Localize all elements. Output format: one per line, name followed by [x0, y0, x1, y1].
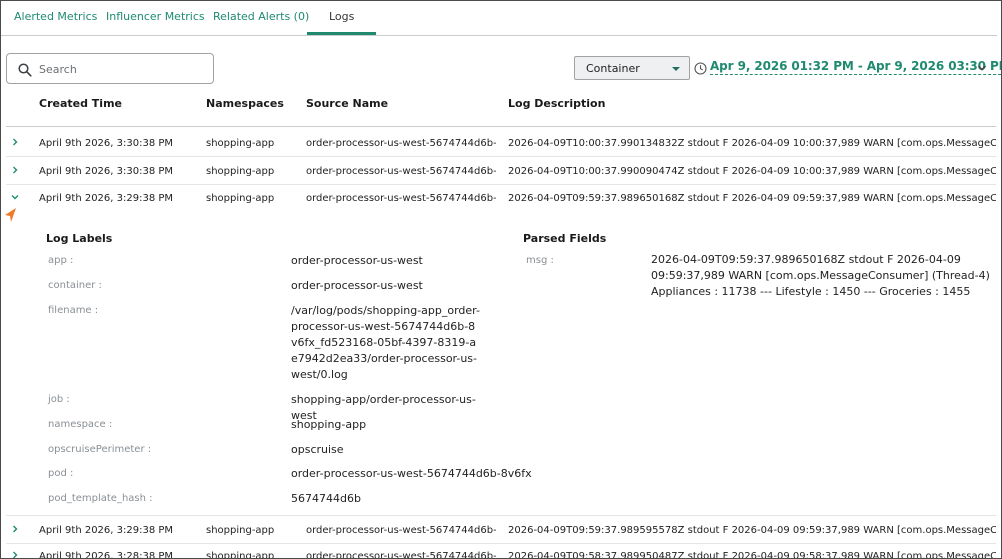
cell-created-time: April 9th 2026, 3:28:38 PM — [39, 551, 174, 559]
chevron-right-icon[interactable] — [9, 523, 21, 535]
parsed-fields-title: Parsed Fields — [523, 232, 607, 245]
chevron-right-icon[interactable] — [9, 136, 21, 148]
chevron-down-icon[interactable] — [976, 62, 988, 74]
cell-log-description: 2026-04-09T09:59:37.989650168Z stdout F … — [508, 193, 996, 204]
label-value: opscruise — [291, 443, 344, 456]
cell-created-time: April 9th 2026, 3:29:38 PM — [39, 525, 174, 536]
tab-bar: Alerted Metrics Influencer Metrics Relat… — [1, 1, 997, 36]
chevron-right-icon[interactable] — [9, 549, 21, 559]
label-value: 5674744d6b — [291, 492, 361, 505]
cell-log-description: 2026-04-09T09:58:37.989950487Z stdout F … — [508, 551, 996, 559]
logs-panel: Alerted Metrics Influencer Metrics Relat… — [0, 0, 1002, 559]
label-key: job : — [48, 394, 70, 405]
cell-source-name: order-processor-us-west-5674744d6b-... — [306, 166, 496, 177]
cell-namespace: shopping-app — [206, 551, 275, 559]
cell-created-time: April 9th 2026, 3:30:38 PM — [39, 138, 174, 149]
container-select[interactable]: Container — [574, 56, 690, 80]
label-key: namespace : — [48, 419, 113, 430]
parsed-field-key: msg : — [526, 255, 554, 266]
column-header-created-time[interactable]: Created Time — [39, 97, 122, 110]
cell-namespace: shopping-app — [206, 525, 275, 536]
label-value: shopping-app — [291, 418, 367, 431]
label-key: pod_template_hash : — [48, 493, 153, 504]
search-icon — [18, 63, 32, 77]
cell-source-name: order-processor-us-west-5674744d6b-... — [306, 193, 496, 204]
column-header-namespaces[interactable]: Namespaces — [206, 97, 284, 110]
date-range-picker[interactable]: Apr 9, 2026 01:32 PM - Apr 9, 2026 03:30… — [710, 59, 1001, 75]
label-key: app : — [48, 255, 74, 266]
cell-namespace: shopping-app — [206, 166, 275, 177]
cell-log-description: 2026-04-09T10:00:37.990134832Z stdout F … — [508, 138, 996, 149]
cell-log-description: 2026-04-09T10:00:37.990090474Z stdout F … — [508, 166, 996, 177]
tab-alerted-metrics[interactable]: Alerted Metrics — [14, 10, 97, 23]
container-select-value: Container — [586, 62, 640, 75]
chevron-right-icon[interactable] — [9, 164, 21, 176]
log-labels-title: Log Labels — [46, 232, 113, 245]
label-key: filename : — [48, 305, 99, 316]
label-value: order-processor-us-west — [291, 279, 423, 292]
cell-source-name: order-processor-us-west-5674744d6b-... — [306, 551, 496, 559]
label-value: order-processor-us-west-5674744d6b-8v6fx — [291, 467, 532, 480]
detail-divider — [6, 515, 996, 516]
table-row-expanded[interactable]: April 9th 2026, 3:29:38 PM shopping-app … — [6, 185, 996, 212]
cell-source-name: order-processor-us-west-5674744d6b-... — [306, 138, 496, 149]
clock-icon — [694, 62, 707, 75]
label-value: /var/log/pods/shopping-app_order-process… — [291, 304, 480, 381]
cell-namespace: shopping-app — [206, 193, 275, 204]
tab-influencer-metrics[interactable]: Influencer Metrics — [106, 10, 205, 23]
cell-source-name: order-processor-us-west-5674744d6b-... — [306, 525, 496, 536]
table-row[interactable]: April 9th 2026, 3:28:38 PM shopping-app … — [6, 543, 996, 559]
mouse-cursor-icon — [5, 208, 16, 222]
label-key: container : — [48, 280, 102, 291]
table-row[interactable]: April 9th 2026, 3:29:38 PM shopping-app … — [6, 517, 996, 544]
column-header-log-description[interactable]: Log Description — [508, 97, 605, 110]
tab-logs[interactable]: Logs — [329, 10, 354, 23]
cell-namespace: shopping-app — [206, 138, 275, 149]
parsed-field-value: 2026-04-09T09:59:37.989650168Z stdout F … — [651, 253, 990, 298]
cell-created-time: April 9th 2026, 3:30:38 PM — [39, 166, 174, 177]
search-input[interactable] — [39, 60, 209, 78]
label-key: opscruisePerimeter : — [48, 444, 152, 455]
table-row[interactable]: April 9th 2026, 3:30:38 PM shopping-app … — [6, 130, 996, 157]
table-row[interactable]: April 9th 2026, 3:30:38 PM shopping-app … — [6, 158, 996, 185]
tab-related-alerts[interactable]: Related Alerts (0) — [213, 10, 309, 23]
active-tab-indicator — [307, 32, 376, 35]
column-header-source-name[interactable]: Source Name — [306, 97, 388, 110]
label-value: order-processor-us-west — [291, 254, 423, 267]
header-divider — [6, 126, 996, 127]
label-key: pod : — [48, 468, 74, 479]
search-box[interactable] — [6, 53, 214, 84]
caret-down-icon — [672, 67, 680, 71]
cell-created-time: April 9th 2026, 3:29:38 PM — [39, 193, 174, 204]
cell-log-description: 2026-04-09T09:59:37.989595578Z stdout F … — [508, 525, 996, 536]
chevron-down-icon[interactable] — [9, 191, 21, 203]
